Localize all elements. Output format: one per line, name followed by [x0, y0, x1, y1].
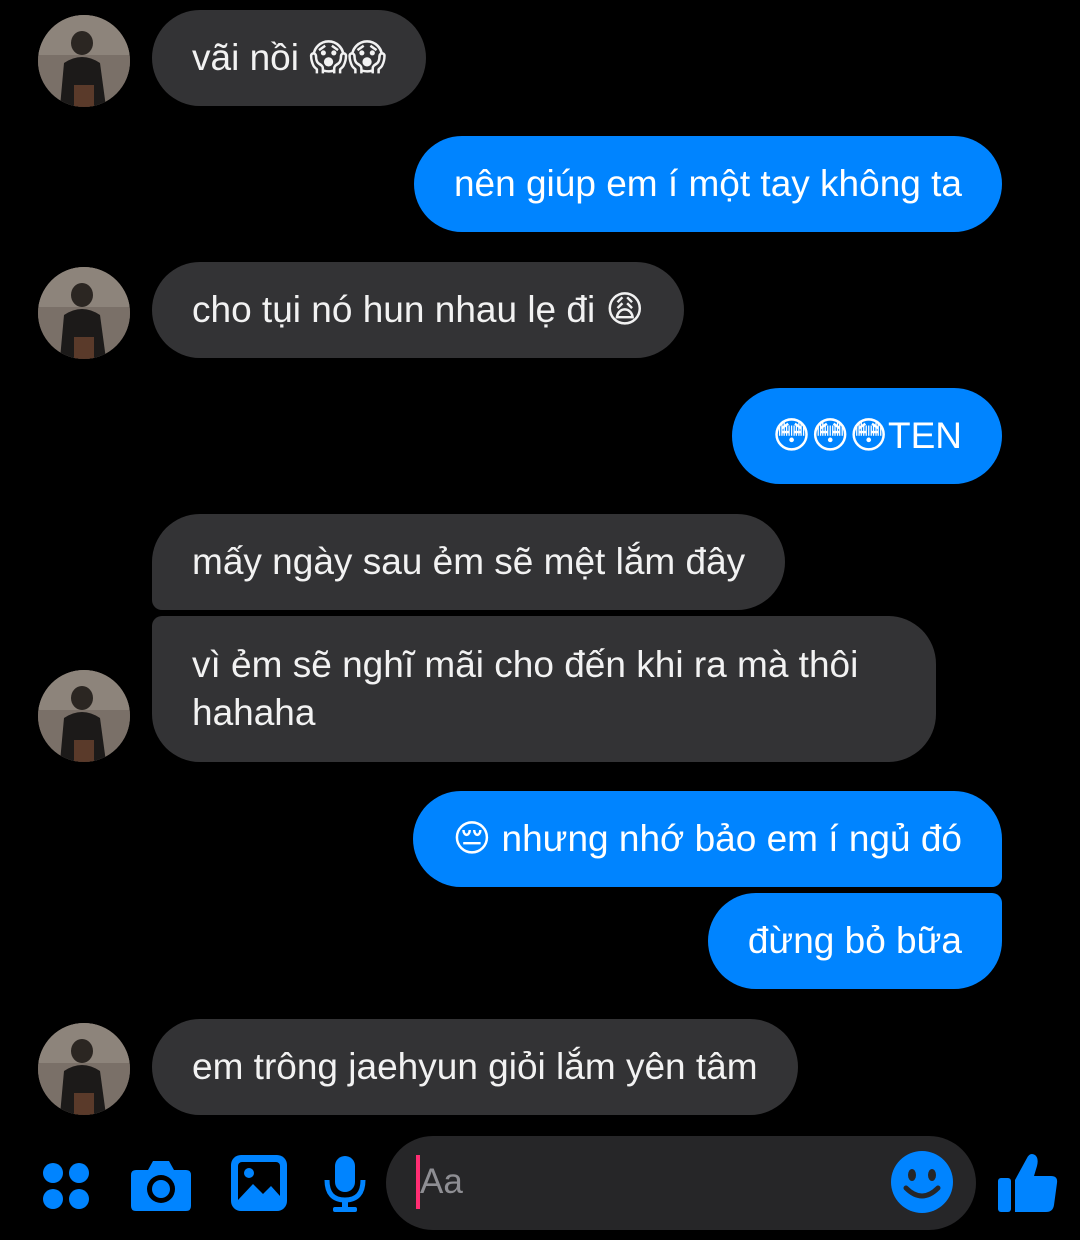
avatar[interactable]: [38, 670, 130, 762]
gallery-icon[interactable]: [230, 1154, 288, 1217]
message-text: đừng bỏ bữa: [747, 920, 962, 961]
message-text: vì ẻm sẽ nghĩ mãi cho đến khi ra mà thôi…: [192, 644, 859, 733]
avatar[interactable]: [38, 1023, 130, 1115]
emoji-icon[interactable]: [890, 1150, 954, 1219]
message-text: em trông jaehyun giỏi lắm yên tâm: [192, 1046, 758, 1087]
message-text: nên giúp em í một tay không ta: [453, 163, 962, 204]
message-text: mấy ngày sau ẻm sẽ mệt lắm đây: [192, 541, 746, 582]
message-bubble-outgoing[interactable]: 😳😳😳TEN: [732, 388, 1002, 484]
message-text: vãi nồi 😱😱: [192, 37, 387, 78]
message-bubble-incoming[interactable]: vãi nồi 😱😱: [152, 10, 427, 106]
camera-icon[interactable]: [130, 1156, 192, 1217]
message-text: 😳😳😳TEN: [772, 415, 962, 456]
message-bubble-incoming[interactable]: vì ẻm sẽ nghĩ mãi cho đến khi ra mà thôi…: [152, 616, 936, 762]
message-bubble-incoming[interactable]: cho tụi nó hun nhau lẹ đi 😩: [152, 262, 685, 358]
thumbs-up-icon[interactable]: [996, 1150, 1060, 1219]
more-apps-icon[interactable]: [40, 1160, 92, 1217]
message-bubble-outgoing[interactable]: 😔 nhưng nhớ bảo em í ngủ đó: [412, 791, 1002, 887]
avatar[interactable]: [38, 267, 130, 359]
avatar[interactable]: [38, 15, 130, 107]
message-text: 😔 nhưng nhớ bảo em í ngủ đó: [452, 818, 962, 859]
message-bubble-outgoing[interactable]: nên giúp em í một tay không ta: [413, 136, 1002, 232]
message-bubble-incoming[interactable]: mấy ngày sau ẻm sẽ mệt lắm đây: [152, 514, 786, 610]
message-bubble-incoming[interactable]: em trông jaehyun giỏi lắm yên tâm: [152, 1019, 798, 1115]
message-input-placeholder: Aa: [420, 1162, 463, 1201]
message-bubble-outgoing[interactable]: đừng bỏ bữa: [707, 893, 1002, 989]
message-input[interactable]: Aa: [386, 1136, 976, 1230]
message-text: cho tụi nó hun nhau lẹ đi 😩: [192, 289, 645, 330]
microphone-icon[interactable]: [322, 1154, 368, 1219]
